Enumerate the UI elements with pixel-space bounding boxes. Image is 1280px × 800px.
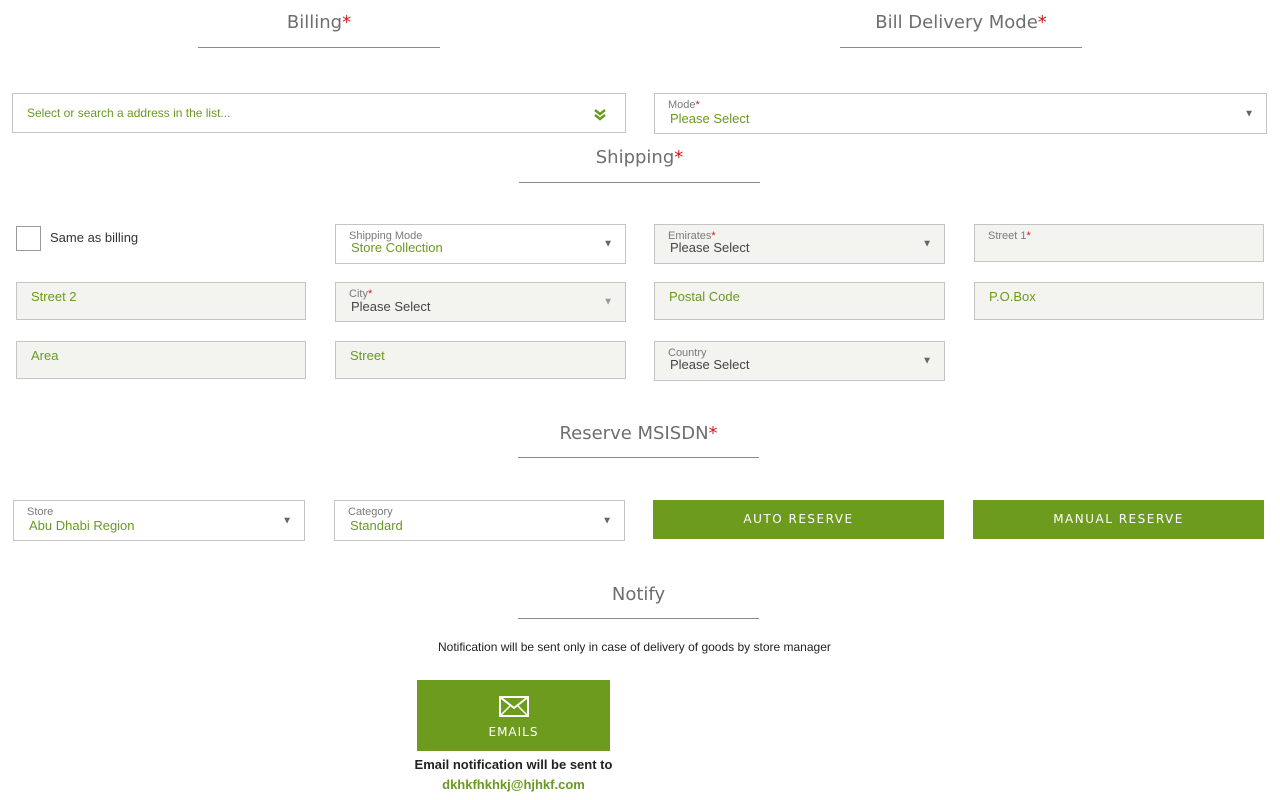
- billing-title-underline: [198, 47, 440, 48]
- emails-label: EMAILS: [488, 725, 539, 739]
- shipping-mode-value: Store Collection: [351, 240, 443, 255]
- required-mark: *: [674, 147, 684, 168]
- bill-delivery-title-text: Bill Delivery Mode: [875, 12, 1038, 33]
- shipping-title: Shipping*: [519, 147, 760, 168]
- city-select[interactable]: City* Please Select ▼: [335, 282, 626, 322]
- shipping-title-underline: [519, 182, 760, 183]
- store-label: Store: [27, 506, 54, 518]
- shipping-mode-select[interactable]: Shipping Mode Store Collection ▼: [335, 224, 626, 264]
- chevron-down-icon: ▼: [1244, 108, 1254, 119]
- street-placeholder: Street: [350, 348, 385, 363]
- bill-delivery-title: Bill Delivery Mode*: [840, 12, 1082, 33]
- email-address: dkhkfhkhkj@hjhkf.com: [442, 777, 585, 792]
- store-value: Abu Dhabi Region: [29, 518, 135, 533]
- chevron-down-icon: ▼: [602, 515, 612, 526]
- notify-title-underline: [518, 618, 759, 619]
- street2-field[interactable]: Street 2: [16, 282, 306, 320]
- chevron-down-icon: ▼: [922, 238, 932, 250]
- chevron-down-icon: ▼: [603, 296, 613, 308]
- email-sent-text: Email notification will be sent to: [414, 757, 613, 772]
- required-mark: *: [1037, 12, 1047, 33]
- reserve-msisdn-title-text: Reserve MSISDN: [559, 423, 709, 444]
- auto-reserve-button[interactable]: AUTO RESERVE: [653, 500, 944, 539]
- street1-field[interactable]: Street 1*: [974, 224, 1264, 262]
- street-field[interactable]: Street: [335, 341, 626, 379]
- pobox-placeholder: P.O.Box: [989, 289, 1036, 304]
- country-value: Please Select: [670, 357, 750, 372]
- billing-title: Billing*: [198, 12, 440, 33]
- manual-reserve-button[interactable]: MANUAL RESERVE: [973, 500, 1264, 539]
- envelope-icon: [499, 696, 529, 717]
- chevron-down-icon: ▼: [282, 515, 292, 526]
- mode-value: Please Select: [670, 111, 750, 126]
- double-chevron-down-icon[interactable]: [593, 107, 607, 121]
- same-as-billing-checkbox[interactable]: [16, 226, 41, 251]
- emirates-value: Please Select: [670, 240, 750, 255]
- chevron-down-icon: ▼: [922, 355, 932, 367]
- notify-notice: Notification will be sent only in case o…: [438, 640, 831, 654]
- category-value: Standard: [350, 518, 403, 533]
- required-mark: *: [342, 12, 352, 33]
- category-label: Category: [348, 506, 393, 518]
- required-mark: *: [708, 423, 718, 444]
- mode-label: Mode*: [668, 99, 700, 111]
- street2-placeholder: Street 2: [31, 289, 77, 304]
- bill-delivery-mode-select[interactable]: Mode* Please Select ▼: [654, 93, 1267, 134]
- city-value: Please Select: [351, 299, 431, 314]
- chevron-down-icon: ▼: [603, 238, 613, 250]
- emails-button[interactable]: EMAILS: [417, 680, 610, 751]
- notify-title: Notify: [518, 584, 759, 605]
- billing-title-text: Billing: [286, 12, 343, 33]
- reserve-msisdn-title: Reserve MSISDN*: [518, 423, 759, 444]
- store-select[interactable]: Store Abu Dhabi Region ▼: [13, 500, 305, 541]
- category-select[interactable]: Category Standard ▼: [334, 500, 625, 541]
- pobox-field[interactable]: P.O.Box: [974, 282, 1264, 320]
- bill-delivery-title-underline: [840, 47, 1082, 48]
- postal-code-field[interactable]: Postal Code: [654, 282, 945, 320]
- billing-address-select[interactable]: Select or search a address in the list..…: [12, 93, 626, 133]
- street1-label: Street 1*: [988, 230, 1031, 242]
- shipping-title-text: Shipping: [595, 147, 675, 168]
- country-select[interactable]: Country Please Select ▼: [654, 341, 945, 381]
- reserve-msisdn-title-underline: [518, 457, 759, 458]
- notify-title-text: Notify: [611, 584, 666, 605]
- area-field[interactable]: Area: [16, 341, 306, 379]
- billing-address-placeholder: Select or search a address in the list..…: [27, 106, 231, 120]
- emirates-select[interactable]: Emirates* Please Select ▼: [654, 224, 945, 264]
- area-placeholder: Area: [31, 348, 59, 363]
- same-as-billing-label: Same as billing: [50, 230, 139, 245]
- postal-code-placeholder: Postal Code: [669, 289, 740, 304]
